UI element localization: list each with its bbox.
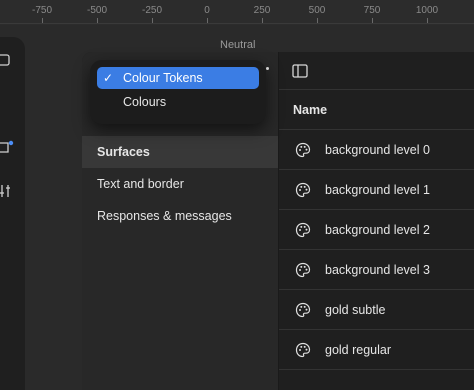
token-list-panel: Name background level 0 background level… bbox=[279, 52, 474, 390]
menu-item-colours[interactable]: Colours bbox=[97, 91, 259, 113]
book-icon[interactable] bbox=[0, 140, 14, 154]
ruler-tick: 500 bbox=[308, 5, 326, 16]
menu-item-label: Colours bbox=[123, 95, 167, 109]
table-row[interactable]: background level 0 bbox=[279, 130, 474, 170]
token-name: background level 1 bbox=[325, 183, 430, 197]
more-dot-icon bbox=[266, 67, 269, 70]
ruler-tick: -250 bbox=[141, 5, 163, 16]
sliders-icon[interactable] bbox=[0, 184, 14, 198]
table-row[interactable]: background level 1 bbox=[279, 170, 474, 210]
ruler-tick: 1000 bbox=[415, 5, 439, 16]
palette-icon bbox=[295, 302, 311, 318]
window-icon[interactable] bbox=[0, 53, 14, 67]
sidebar-item-responses-messages[interactable]: Responses & messages bbox=[82, 200, 278, 232]
menu-item-colour-tokens[interactable]: ✓ Colour Tokens bbox=[97, 67, 259, 89]
token-name: background level 0 bbox=[325, 143, 430, 157]
token-name: background level 3 bbox=[325, 263, 430, 277]
token-name: gold regular bbox=[325, 343, 392, 357]
palette-icon bbox=[295, 262, 311, 278]
ruler-tick: 0 bbox=[204, 5, 210, 16]
horizontal-ruler: -750 -500 -250 0 250 500 750 1000 bbox=[0, 0, 474, 24]
menu-item-label: Colour Tokens bbox=[123, 71, 203, 85]
frame-name-label[interactable]: Neutral bbox=[220, 39, 255, 51]
palette-icon bbox=[295, 142, 311, 158]
palette-icon bbox=[295, 182, 311, 198]
sidebar-item-surfaces[interactable]: Surfaces bbox=[82, 136, 278, 168]
token-name: background level 2 bbox=[325, 223, 430, 237]
panel-toolbar bbox=[279, 52, 474, 90]
table-row[interactable]: gold regular bbox=[279, 330, 474, 370]
table-row[interactable]: background level 2 bbox=[279, 210, 474, 250]
collection-dropdown-menu: ✓ Colour Tokens Colours bbox=[90, 60, 266, 124]
palette-icon bbox=[295, 342, 311, 358]
table-row[interactable]: background level 3 bbox=[279, 250, 474, 290]
sidebar-item-text-and-border[interactable]: Text and border bbox=[82, 168, 278, 200]
ruler-tick: 750 bbox=[363, 5, 381, 16]
left-frame-partial bbox=[0, 37, 25, 390]
token-name: gold subtle bbox=[325, 303, 386, 317]
name-column-header: Name bbox=[279, 90, 474, 130]
palette-icon bbox=[295, 222, 311, 238]
ruler-tick: -500 bbox=[86, 5, 108, 16]
ruler-tick: -750 bbox=[31, 5, 53, 16]
ruler-tick: 250 bbox=[253, 5, 271, 16]
checkmark-icon: ✓ bbox=[103, 71, 114, 85]
table-row[interactable]: gold subtle bbox=[279, 290, 474, 330]
sidebar-toggle-icon[interactable] bbox=[291, 62, 309, 80]
